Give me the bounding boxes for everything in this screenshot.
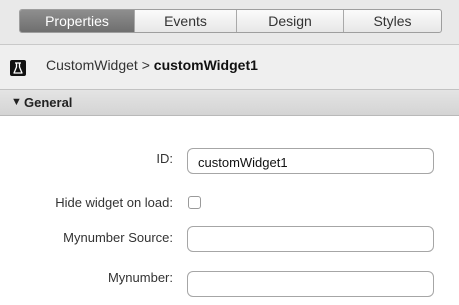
hide-on-load-checkbox[interactable] — [188, 196, 201, 209]
id-field[interactable]: customWidget1 — [187, 148, 434, 174]
flask-icon — [10, 60, 26, 76]
mynumber-field[interactable] — [187, 271, 434, 297]
breadcrumb-current: customWidget1 — [153, 57, 258, 73]
section-title: General — [24, 95, 73, 110]
hide-on-load-label: Hide widget on load: — [55, 195, 173, 210]
mynumber-source-label: Mynumber Source: — [63, 230, 173, 245]
tab-events[interactable]: Events — [135, 10, 237, 32]
section-header-general[interactable]: ▼ General — [0, 89, 459, 116]
mynumber-label: Mynumber: — [107, 270, 173, 285]
tab-group: Properties Events Design Styles — [19, 9, 442, 33]
breadcrumb-separator: > — [137, 57, 154, 73]
tab-styles[interactable]: Styles — [344, 10, 441, 32]
mynumber-source-field[interactable] — [187, 226, 434, 252]
breadcrumb: CustomWidget > customWidget1 — [46, 57, 258, 73]
disclosure-triangle-icon[interactable]: ▼ — [11, 96, 22, 108]
breadcrumb-parent[interactable]: CustomWidget — [46, 57, 138, 73]
tab-bar: Properties Events Design Styles — [0, 0, 459, 45]
tab-design[interactable]: Design — [237, 10, 344, 32]
tab-properties[interactable]: Properties — [20, 10, 135, 32]
id-label: ID: — [156, 151, 173, 166]
